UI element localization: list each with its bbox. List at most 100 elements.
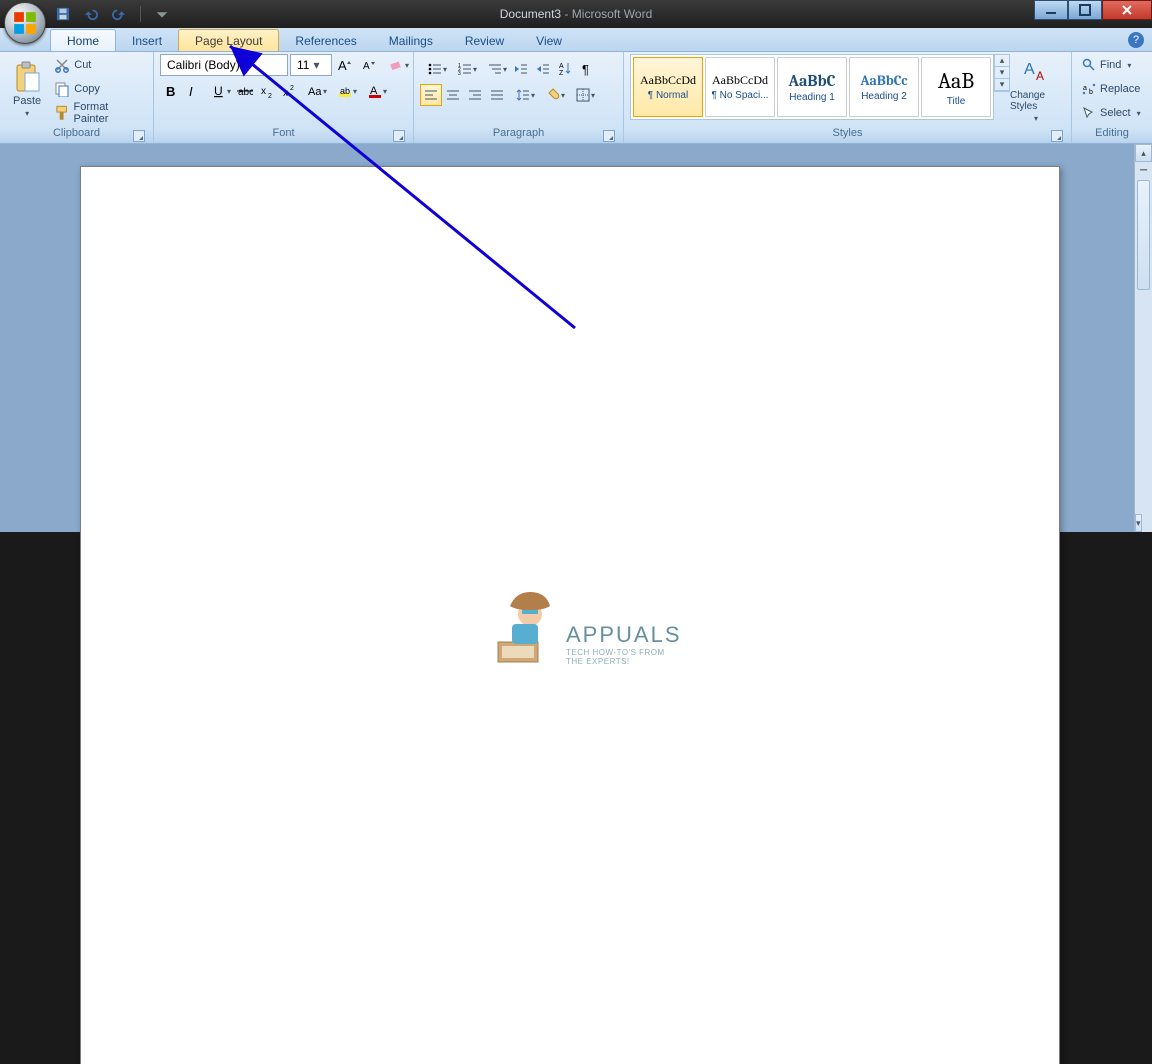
redo-icon[interactable] [110,5,128,23]
change-case-icon[interactable]: Aa [300,80,330,102]
group-paragraph: 123 AZ ¶ Paragraph [414,52,624,143]
svg-text:Aa: Aa [308,86,322,98]
copy-button[interactable]: Copy [50,78,147,100]
styles-gallery[interactable]: AaBbCcDd¶ NormalAaBbCcDd¶ No Spaci...AaB… [630,54,994,120]
highlight-icon[interactable]: ab [330,80,360,102]
maximize-button[interactable] [1068,0,1102,20]
tab-page-layout[interactable]: Page Layout [178,29,279,51]
svg-text:A: A [1036,69,1044,83]
style--no-spaci-[interactable]: AaBbCcDd¶ No Spaci... [705,57,775,117]
align-left-icon[interactable] [420,84,442,106]
style-heading-2[interactable]: AaBbCcHeading 2 [849,57,919,117]
style--normal[interactable]: AaBbCcDd¶ Normal [633,57,703,117]
close-button[interactable] [1102,0,1152,20]
line-spacing-icon[interactable] [508,84,538,106]
svg-text:3: 3 [458,71,461,77]
italic-icon[interactable]: I [182,80,204,102]
style-heading-1[interactable]: AaBbCHeading 1 [777,57,847,117]
bullets-icon[interactable] [420,58,450,80]
clear-formatting-icon[interactable] [382,54,412,76]
ribbon: Paste ▾ Cut Copy Format Painter Clipboar… [0,52,1152,144]
styles-dialog-launcher[interactable] [1051,130,1063,142]
group-label-editing: Editing [1078,127,1146,143]
justify-icon[interactable] [486,84,508,106]
minimize-button[interactable] [1034,0,1068,20]
svg-text:B: B [166,84,175,99]
svg-text:A: A [559,63,564,70]
change-styles-button[interactable]: AA Change Styles ▾ [1010,54,1062,124]
svg-text:¶: ¶ [582,62,589,77]
scroll-down-icon[interactable]: ▾ [1135,514,1142,532]
window-controls [1034,0,1152,20]
superscript-icon[interactable]: x2 [278,80,300,102]
gallery-down-icon[interactable]: ▾ [995,67,1009,79]
tab-review[interactable]: Review [449,30,520,51]
find-button[interactable]: Find▾ [1078,54,1145,76]
border-icon[interactable] [568,84,598,106]
format-painter-button[interactable]: Format Painter [50,102,147,124]
align-center-icon[interactable] [442,84,464,106]
strikethrough-icon[interactable]: abc [234,80,256,102]
save-icon[interactable] [54,5,72,23]
window-title: Document3 - Microsoft Word [0,7,1152,21]
watermark: APPUALS TECH HOW-TO'S FROM THE EXPERTS! [490,586,682,666]
scroll-thumb[interactable] [1137,180,1150,290]
decrease-indent-icon[interactable] [510,58,532,80]
gallery-up-icon[interactable]: ▴ [995,55,1009,67]
increase-indent-icon[interactable] [532,58,554,80]
help-icon[interactable]: ? [1128,32,1144,48]
svg-text:2: 2 [290,85,294,92]
group-clipboard: Paste ▾ Cut Copy Format Painter Clipboar… [0,52,154,143]
ribbon-tabs: Home Insert Page Layout References Maili… [0,28,1152,52]
font-color-icon[interactable]: A [360,80,390,102]
paste-button[interactable]: Paste ▾ [6,54,48,124]
grow-font-icon[interactable]: A [334,54,356,76]
app-name: Microsoft Word [572,7,652,21]
svg-text:A: A [338,58,347,73]
sort-icon[interactable]: AZ [554,58,576,80]
replace-button[interactable]: abReplace [1078,78,1145,100]
group-label-paragraph: Paragraph [420,127,617,143]
style-title[interactable]: AaBTitle [921,57,991,117]
vertical-scrollbar[interactable]: ▴ ─ ▾ [1134,144,1152,532]
svg-text:2: 2 [268,93,272,99]
numbering-icon[interactable]: 123 [450,58,480,80]
tab-home[interactable]: Home [50,29,116,51]
qat-customize-icon[interactable] [153,5,171,23]
tab-references[interactable]: References [279,30,372,51]
show-hide-icon[interactable]: ¶ [576,58,598,80]
scroll-up-icon[interactable]: ▴ [1135,144,1152,162]
office-button[interactable] [4,2,46,44]
gallery-scroll[interactable]: ▴ ▾ ▾ [994,54,1010,92]
select-button[interactable]: Select▾ [1078,102,1145,124]
shrink-font-icon[interactable]: A [358,54,380,76]
titlebar: Document3 - Microsoft Word [0,0,1152,28]
object-browser-icon[interactable]: ─ [1135,162,1152,178]
svg-text:x: x [261,86,266,97]
subscript-icon[interactable]: x2 [256,80,278,102]
tab-insert[interactable]: Insert [116,30,178,51]
shading-icon[interactable] [538,84,568,106]
tab-mailings[interactable]: Mailings [373,30,449,51]
group-label-font: Font [160,127,407,143]
cut-button[interactable]: Cut [50,54,147,76]
underline-icon[interactable]: U [204,80,234,102]
tab-view[interactable]: View [520,30,578,51]
svg-text:x: x [283,88,288,99]
clipboard-dialog-launcher[interactable] [133,130,145,142]
font-name-combo[interactable]: Calibri (Body)▾ [160,54,288,76]
group-font: Calibri (Body)▾ 11▾ A A B I U abc x2 x2 … [154,52,414,143]
paragraph-dialog-launcher[interactable] [603,130,615,142]
font-size-combo[interactable]: 11▾ [290,54,332,76]
group-styles: AaBbCcDd¶ NormalAaBbCcDd¶ No Spaci...AaB… [624,52,1072,143]
svg-text:Z: Z [559,70,564,77]
multilevel-list-icon[interactable] [480,58,510,80]
document-name: Document3 [500,7,561,21]
svg-text:A: A [363,61,370,72]
align-right-icon[interactable] [464,84,486,106]
gallery-more-icon[interactable]: ▾ [995,79,1009,91]
group-label-styles: Styles [630,127,1065,143]
undo-icon[interactable] [82,5,100,23]
bold-icon[interactable]: B [160,80,182,102]
font-dialog-launcher[interactable] [393,130,405,142]
